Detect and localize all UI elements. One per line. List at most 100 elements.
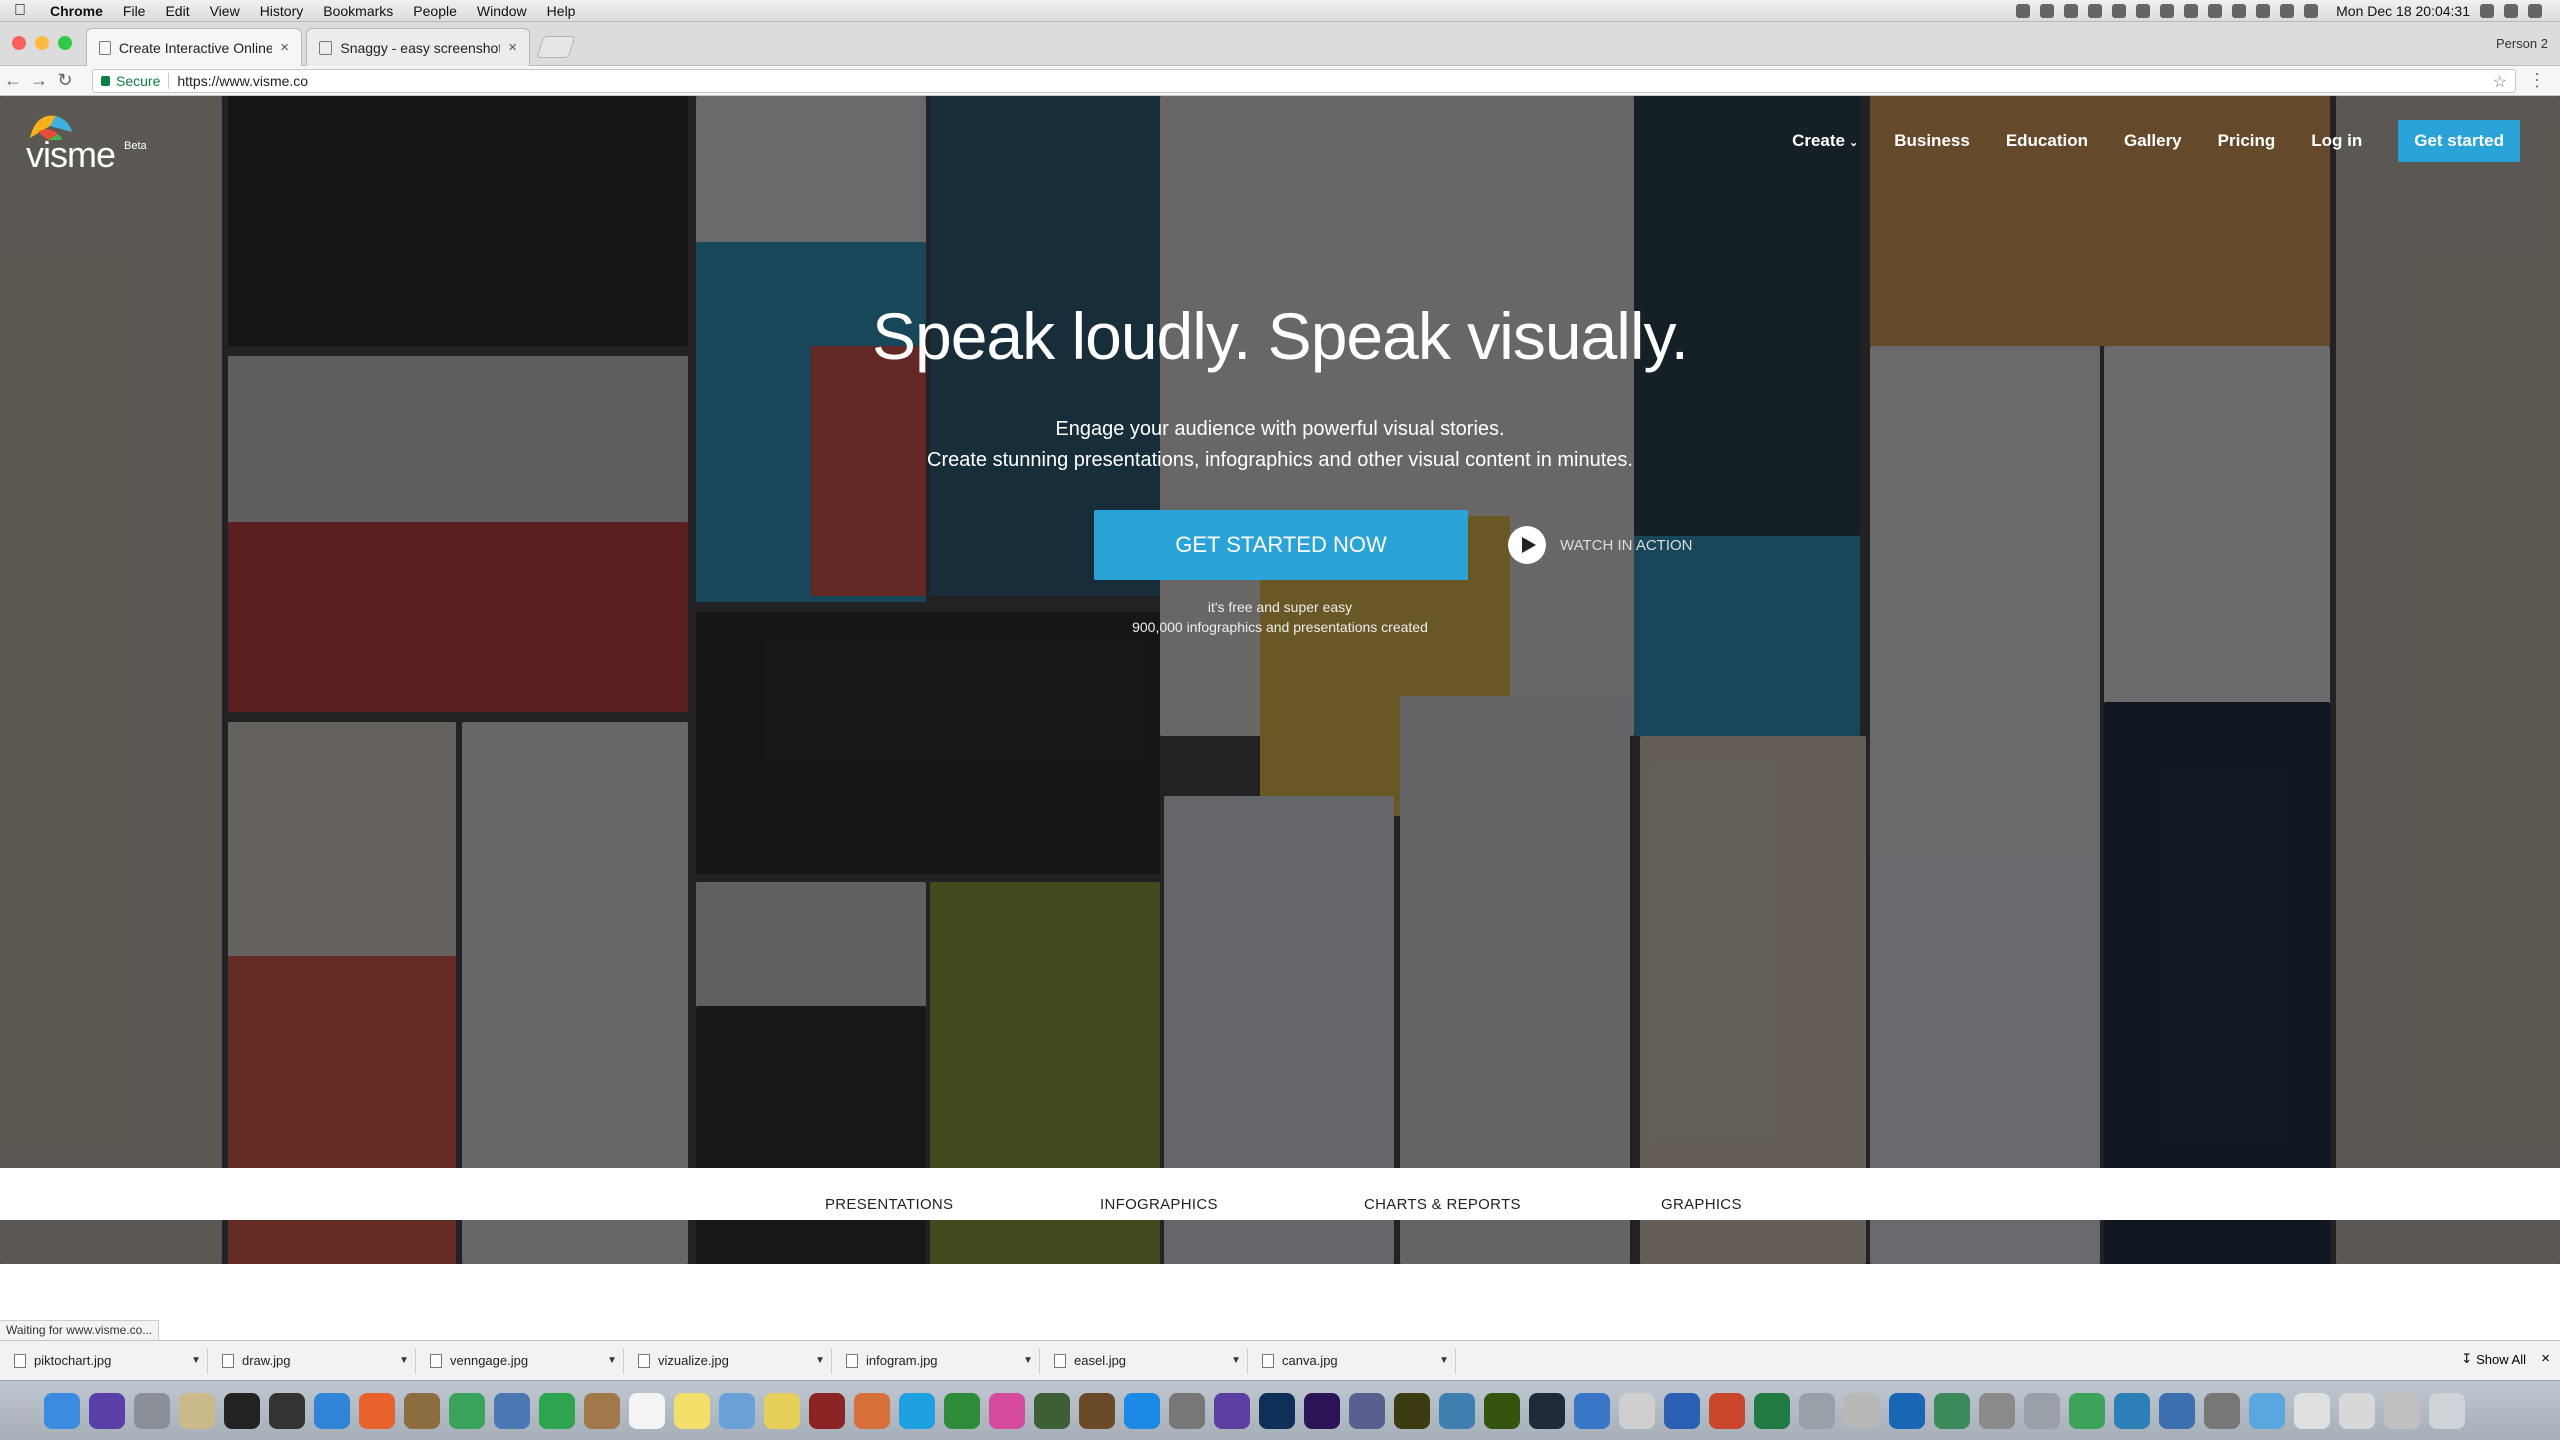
tab-charts-reports[interactable]: CHARTS & REPORTS — [1364, 1196, 1521, 1213]
brush-icon[interactable] — [1079, 1392, 1115, 1429]
chart-icon[interactable] — [2114, 1392, 2150, 1429]
profile-button[interactable]: Person 2 — [2496, 36, 2548, 51]
wifi-icon[interactable] — [2256, 3, 2271, 18]
menubar-clock[interactable]: Mon Dec 18 20:04:31 — [2336, 3, 2470, 19]
cloud-icon[interactable] — [2040, 3, 2055, 18]
doc-icon[interactable] — [2294, 1392, 2330, 1429]
photos-icon[interactable] — [494, 1392, 530, 1429]
chevron-down-icon[interactable]: ▼ — [607, 1355, 617, 1366]
itunes-icon[interactable] — [989, 1392, 1025, 1429]
volume-icon[interactable] — [2280, 3, 2295, 18]
input-source-flag-icon[interactable] — [2304, 3, 2319, 18]
magnifier-icon[interactable] — [2069, 1392, 2105, 1429]
close-window-icon[interactable] — [12, 36, 26, 50]
game-icon[interactable] — [1034, 1392, 1070, 1429]
teamviewer-icon[interactable] — [1889, 1392, 1925, 1429]
stickies-icon[interactable] — [764, 1392, 800, 1429]
sync-status-icon[interactable] — [2088, 3, 2103, 18]
bluetooth-icon[interactable] — [2232, 3, 2247, 18]
safari-icon[interactable] — [314, 1392, 350, 1429]
nav-education[interactable]: Education — [2006, 131, 2088, 151]
chevron-down-icon[interactable]: ▼ — [815, 1355, 825, 1366]
chrome-menu-icon[interactable]: ⋮ — [2528, 70, 2546, 91]
tab-graphics[interactable]: GRAPHICS — [1661, 1196, 1742, 1213]
chevron-down-icon[interactable]: ▼ — [1439, 1355, 1449, 1366]
aftereffects-icon[interactable] — [1304, 1392, 1340, 1429]
url-text[interactable]: https://www.visme.co — [177, 73, 308, 89]
notification-center-icon[interactable] — [2528, 3, 2542, 18]
zoom-window-icon[interactable] — [58, 36, 72, 50]
evernote-icon[interactable] — [2136, 3, 2151, 18]
trash-icon[interactable] — [2429, 1392, 2465, 1429]
reload-icon[interactable]: ↻ — [52, 70, 78, 91]
new-tab-button[interactable] — [536, 36, 576, 58]
tab-visme[interactable]: Create Interactive Online Pres × — [86, 28, 302, 66]
screen-icon[interactable] — [2384, 1392, 2420, 1429]
menu-help[interactable]: Help — [537, 3, 586, 19]
excel-icon[interactable] — [1754, 1392, 1790, 1429]
skype-icon[interactable] — [899, 1392, 935, 1429]
location-icon[interactable] — [2112, 3, 2127, 18]
appstore-icon[interactable] — [1124, 1392, 1160, 1429]
dropbox-icon[interactable] — [2016, 3, 2031, 18]
download-item[interactable]: vizualize.jpg ▼ — [632, 1347, 832, 1374]
nav-business[interactable]: Business — [1894, 131, 1970, 151]
photoshop-icon[interactable] — [1259, 1392, 1295, 1429]
nav-gallery[interactable]: Gallery — [2124, 131, 2182, 151]
siri-icon[interactable] — [89, 1392, 125, 1429]
menu-bookmarks[interactable]: Bookmarks — [313, 3, 403, 19]
show-all-downloads-button[interactable]: ↧ Show All — [2461, 1351, 2526, 1367]
visme-logo[interactable]: visme Beta — [24, 114, 174, 175]
nav-pricing[interactable]: Pricing — [2218, 131, 2276, 151]
notes2-icon[interactable] — [674, 1392, 710, 1429]
globe-icon[interactable] — [1934, 1392, 1970, 1429]
secure-indicator[interactable]: Secure — [101, 73, 160, 89]
minimize-window-icon[interactable] — [35, 36, 49, 50]
firefox-icon[interactable] — [359, 1392, 395, 1429]
powerpoint-icon[interactable] — [1709, 1392, 1745, 1429]
apple-menu-icon[interactable]:  — [0, 2, 40, 20]
download-item[interactable]: infogram.jpg ▼ — [840, 1347, 1040, 1374]
menu-file[interactable]: File — [113, 3, 156, 19]
launchpad-icon[interactable] — [134, 1392, 170, 1429]
help-icon[interactable] — [1799, 1392, 1835, 1429]
close-shelf-icon[interactable]: × — [2541, 1350, 2550, 1367]
photos2-icon[interactable] — [854, 1392, 890, 1429]
tab-presentations[interactable]: PRESENTATIONS — [825, 1196, 953, 1213]
bracket-icon[interactable] — [1529, 1392, 1565, 1429]
tools-icon[interactable] — [1979, 1392, 2015, 1429]
preview-icon[interactable] — [719, 1392, 755, 1429]
drive-icon[interactable] — [2064, 3, 2079, 18]
menu-app-chrome[interactable]: Chrome — [40, 3, 113, 19]
chevron-down-icon[interactable]: ▼ — [399, 1355, 409, 1366]
time-machine-icon[interactable] — [2208, 3, 2223, 18]
notes-icon[interactable] — [179, 1392, 215, 1429]
header-get-started-button[interactable]: Get started — [2398, 120, 2520, 162]
download-item[interactable]: canva.jpg ▼ — [1256, 1347, 1456, 1374]
menu-edit[interactable]: Edit — [155, 3, 199, 19]
back-icon[interactable]: ← — [0, 70, 26, 91]
elephant-icon[interactable] — [1439, 1392, 1475, 1429]
address-bar[interactable]: Secure https://www.visme.co ☆ — [92, 69, 2516, 93]
tab-snaggy[interactable]: Snaggy - easy screenshots × — [306, 28, 530, 66]
bookmark-star-icon[interactable]: ☆ — [2493, 72, 2507, 92]
spotlight-icon[interactable] — [2480, 3, 2494, 18]
stack-icon[interactable] — [404, 1392, 440, 1429]
siri-menu-icon[interactable] — [2504, 3, 2518, 18]
paper-icon[interactable] — [1619, 1392, 1655, 1429]
php-icon[interactable] — [1349, 1392, 1385, 1429]
help2-icon[interactable] — [2024, 1392, 2060, 1429]
menu-history[interactable]: History — [250, 3, 314, 19]
download-item[interactable]: draw.jpg ▼ — [216, 1347, 416, 1374]
close-tab-icon[interactable]: × — [280, 39, 289, 56]
menu-window[interactable]: Window — [467, 3, 537, 19]
word2-icon[interactable] — [1664, 1392, 1700, 1429]
close-tab-icon[interactable]: × — [508, 39, 517, 56]
download-item[interactable]: easel.jpg ▼ — [1048, 1347, 1248, 1374]
nav-create[interactable]: Create ⌄ — [1792, 131, 1858, 151]
photobooth-icon[interactable] — [809, 1392, 845, 1429]
numbers-icon[interactable] — [944, 1392, 980, 1429]
menu-people[interactable]: People — [403, 3, 467, 19]
chevron-down-icon[interactable]: ▼ — [1231, 1355, 1241, 1366]
muse-icon[interactable] — [1394, 1392, 1430, 1429]
